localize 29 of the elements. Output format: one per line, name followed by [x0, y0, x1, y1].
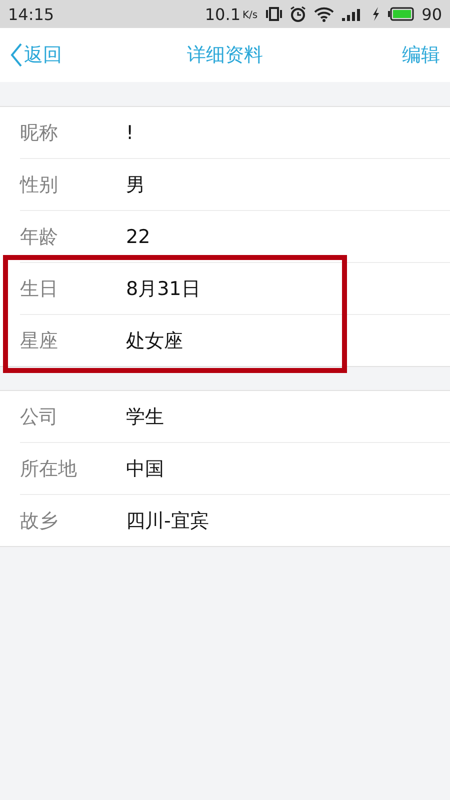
field-value: 22 [126, 226, 150, 248]
wifi-icon [314, 6, 334, 22]
field-label: 公司 [20, 404, 59, 430]
field-value: 学生 [126, 404, 164, 430]
field-value: 8月31日 [126, 276, 200, 302]
back-chevron-icon [10, 43, 22, 67]
field-value: 四川-宜宾 [126, 508, 209, 534]
field-value: 男 [126, 172, 145, 198]
field-label: 故乡 [20, 508, 59, 534]
network-speed: 10.1 [204, 4, 240, 24]
battery-icon [388, 7, 414, 21]
clock: 14:15 [8, 4, 54, 24]
vibrate-icon [266, 7, 282, 21]
field-label: 性别 [20, 172, 59, 198]
field-label: 年龄 [20, 224, 59, 250]
field-value: 中国 [126, 456, 164, 482]
field-label: 生日 [20, 276, 59, 302]
field-label: 昵称 [20, 120, 59, 146]
field-value: 处女座 [126, 328, 183, 354]
alarm-icon [290, 6, 306, 22]
edit-button[interactable]: 编辑 [392, 42, 450, 68]
speed-unit: K/s [242, 10, 258, 20]
charging-icon [372, 7, 380, 21]
page-title: 详细资料 [187, 43, 263, 68]
field-label: 所在地 [20, 456, 78, 482]
back-button[interactable]: 返回 [0, 42, 72, 68]
battery-percent: 90 [422, 4, 442, 24]
field-value: ! [126, 122, 134, 144]
field-label: 星座 [20, 328, 59, 354]
